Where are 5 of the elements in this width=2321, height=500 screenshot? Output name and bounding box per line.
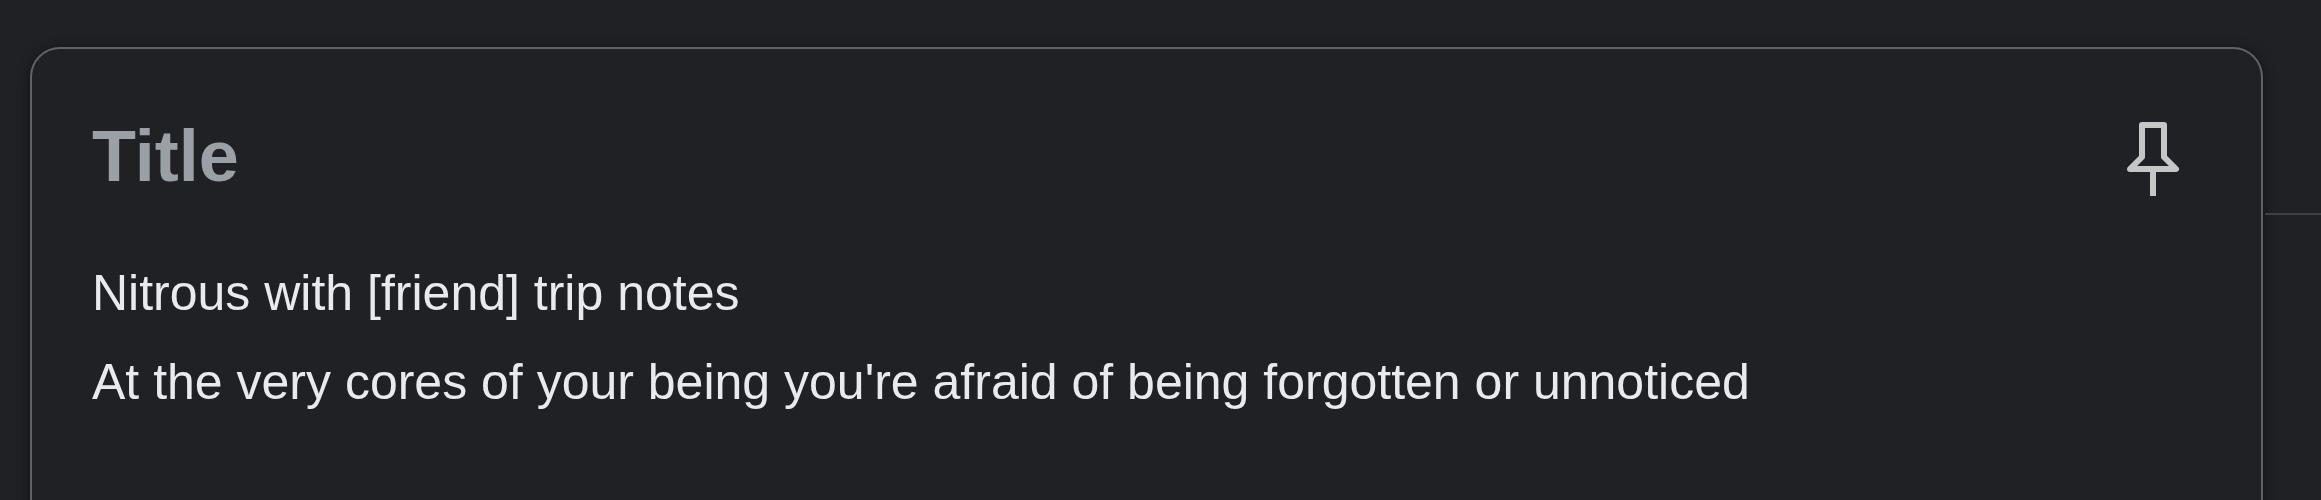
note-body-field[interactable]: Nitrous with [friend] trip notes At the very cores of your being you're afraid of being forgotten or unnoticed	[92, 249, 2185, 427]
body-text-line: Nitrous with [friend] trip notes	[92, 264, 740, 323]
body-text-line: At the very cores of your being you're afraid of being forgotten or unnoticed	[92, 353, 1750, 412]
title-field[interactable]: Title	[92, 111, 1292, 201]
pin-icon	[2125, 121, 2181, 199]
